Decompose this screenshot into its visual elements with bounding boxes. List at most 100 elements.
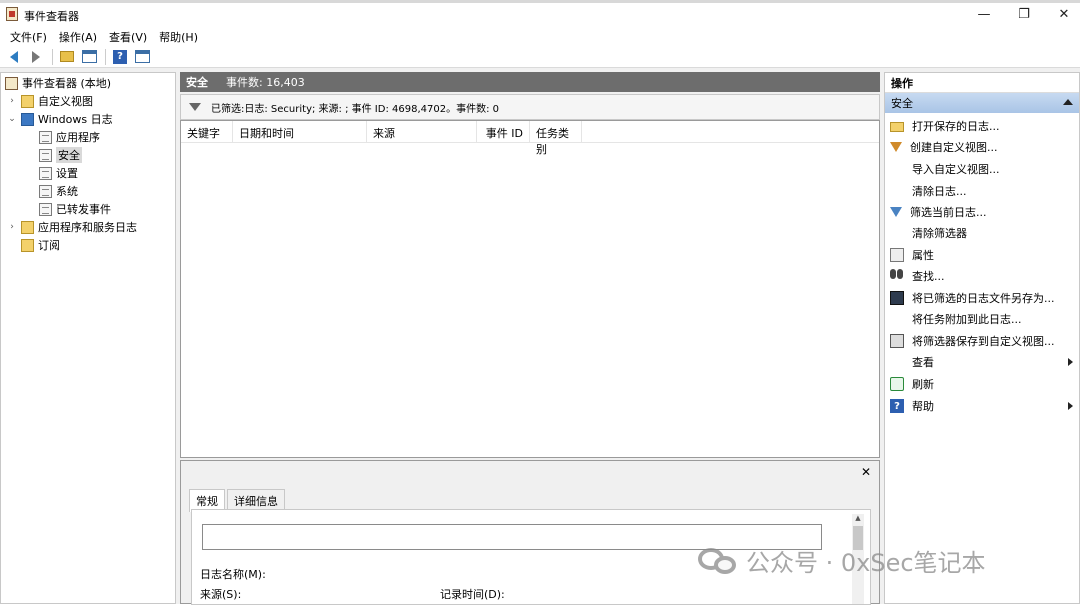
tree-item-windows-logs[interactable]: ⌄ Windows 日志 bbox=[7, 110, 113, 128]
action-clear-log[interactable]: 清除日志... bbox=[885, 181, 1079, 201]
action-find[interactable]: 查找... bbox=[885, 266, 1079, 286]
tree-item-label: Windows 日志 bbox=[38, 113, 113, 126]
menu-file[interactable]: 文件(F) bbox=[4, 26, 53, 46]
show-hide-console-tree-button[interactable] bbox=[79, 48, 99, 66]
action-open-saved-log[interactable]: 打开保存的日志... bbox=[885, 116, 1079, 136]
save-filter-icon bbox=[890, 334, 904, 348]
action-create-custom-view[interactable]: 创建自定义视图... bbox=[885, 137, 1079, 157]
tree-item-root[interactable]: 事件查看器 (本地) bbox=[5, 74, 111, 92]
log-icon bbox=[39, 184, 52, 198]
tree-item-label: 订阅 bbox=[38, 239, 60, 252]
chevron-right-icon[interactable]: › bbox=[7, 222, 17, 232]
minimize-button[interactable]: — bbox=[962, 3, 1006, 25]
console-tree-icon bbox=[81, 50, 97, 63]
action-save-filter-to-custom-view[interactable]: 将筛选器保存到自定义视图... bbox=[885, 331, 1079, 351]
action-label: 刷新 bbox=[912, 378, 934, 391]
column-header-source[interactable]: 来源 bbox=[367, 121, 477, 143]
event-detail-pane: ✕ 常规 详细信息 ▲ 日志名称(M): 来源(S): 记录时间(D): bbox=[180, 460, 880, 605]
tree-item-forwarded-events[interactable]: 已转发事件 bbox=[39, 200, 111, 218]
log-name: 安全 bbox=[186, 76, 208, 89]
tree-item-setup[interactable]: 设置 bbox=[39, 164, 78, 182]
refresh-icon bbox=[890, 377, 904, 391]
log-icon bbox=[39, 202, 52, 216]
column-header-keywords[interactable]: 关键字 bbox=[181, 121, 233, 143]
action-label: 筛选当前日志... bbox=[910, 206, 987, 219]
action-label: 属性 bbox=[912, 249, 934, 262]
tree-item-label: 应用程序和服务日志 bbox=[38, 221, 137, 234]
up-one-level-button[interactable] bbox=[57, 48, 77, 66]
action-label: 查看 bbox=[912, 356, 934, 369]
action-label: 将已筛选的日志文件另存为... bbox=[912, 292, 1055, 305]
menu-action[interactable]: 操作(A) bbox=[53, 26, 103, 46]
actions-section-security[interactable]: 安全 bbox=[885, 93, 1079, 113]
watermark-text: 公众号 · 0xSec笔记本 bbox=[746, 549, 986, 577]
action-label: 创建自定义视图... bbox=[910, 141, 998, 154]
action-view[interactable]: 查看 bbox=[885, 352, 1079, 372]
window-title: 事件查看器 bbox=[24, 10, 79, 23]
folder-icon bbox=[21, 220, 34, 234]
view-icon bbox=[890, 355, 904, 369]
action-help[interactable]: ? 帮助 bbox=[885, 396, 1079, 416]
menu-bar: 文件(F) 操作(A) 查看(V) 帮助(H) bbox=[0, 26, 1080, 46]
action-save-filtered-log[interactable]: 将已筛选的日志文件另存为... bbox=[885, 288, 1079, 308]
help-button[interactable]: ? bbox=[110, 48, 130, 66]
maximize-button[interactable]: ❐ bbox=[1002, 3, 1046, 25]
filter-description: 已筛选:日志: Security; 来源: ; 事件 ID: 4698,4702… bbox=[211, 103, 499, 115]
close-button[interactable]: ✕ bbox=[1042, 3, 1080, 25]
log-icon bbox=[39, 130, 52, 144]
toolbar-separator bbox=[52, 48, 53, 65]
tree-item-label: 应用程序 bbox=[56, 131, 100, 144]
properties-icon bbox=[890, 248, 904, 262]
import-icon bbox=[890, 162, 904, 176]
action-attach-task[interactable]: 将任务附加到此日志... bbox=[885, 309, 1079, 329]
log-icon bbox=[39, 166, 52, 180]
collapse-caret-icon[interactable] bbox=[1063, 99, 1073, 105]
tree-item-system[interactable]: 系统 bbox=[39, 182, 78, 200]
show-hide-action-pane-button[interactable] bbox=[132, 48, 152, 66]
filter-icon bbox=[890, 207, 902, 217]
action-label: 清除日志... bbox=[912, 185, 967, 198]
toolbar-separator bbox=[105, 48, 106, 65]
tree-item-custom-views[interactable]: › 自定义视图 bbox=[7, 92, 93, 110]
help-icon: ? bbox=[113, 49, 127, 64]
submenu-arrow-icon bbox=[1068, 358, 1073, 366]
tree-item-subscriptions[interactable]: 订阅 bbox=[21, 236, 60, 254]
action-label: 帮助 bbox=[912, 400, 934, 413]
event-list[interactable]: 关键字 日期和时间 来源 事件 ID 任务类别 bbox=[180, 120, 880, 458]
action-refresh[interactable]: 刷新 bbox=[885, 374, 1079, 394]
event-list-header: 关键字 日期和时间 来源 事件 ID 任务类别 bbox=[181, 121, 879, 156]
event-viewer-app-icon bbox=[6, 7, 18, 21]
menu-help[interactable]: 帮助(H) bbox=[153, 26, 204, 46]
clear-log-icon bbox=[890, 184, 904, 198]
event-count: 事件数: 16,403 bbox=[226, 76, 305, 89]
menu-view[interactable]: 查看(V) bbox=[103, 26, 153, 46]
help-icon: ? bbox=[890, 399, 904, 413]
action-label: 导入自定义视图... bbox=[912, 163, 1000, 176]
column-header-date-time[interactable]: 日期和时间 bbox=[233, 121, 367, 143]
action-import-custom-view[interactable]: 导入自定义视图... bbox=[885, 159, 1079, 179]
action-label: 清除筛选器 bbox=[912, 227, 967, 240]
open-folder-icon bbox=[890, 122, 904, 132]
action-properties[interactable]: 属性 bbox=[885, 245, 1079, 265]
chevron-down-icon[interactable]: ⌄ bbox=[7, 114, 17, 124]
action-clear-filter[interactable]: 清除筛选器 bbox=[885, 223, 1079, 243]
action-filter-current-log[interactable]: 筛选当前日志... bbox=[885, 202, 1079, 222]
log-icon bbox=[39, 148, 52, 162]
action-label: 将筛选器保存到自定义视图... bbox=[912, 335, 1055, 348]
column-header-event-id[interactable]: 事件 ID bbox=[477, 121, 530, 143]
back-button[interactable] bbox=[4, 48, 24, 66]
scroll-up-icon[interactable]: ▲ bbox=[852, 514, 864, 524]
close-detail-button[interactable]: ✕ bbox=[861, 465, 871, 479]
forward-button[interactable] bbox=[26, 48, 46, 66]
chevron-right-icon[interactable]: › bbox=[7, 96, 17, 106]
tree-item-application[interactable]: 应用程序 bbox=[39, 128, 100, 146]
column-header-task-category[interactable]: 任务类别 bbox=[530, 121, 582, 156]
tree-item-security[interactable]: 安全 bbox=[39, 146, 82, 164]
actions-header: 操作 bbox=[885, 73, 1079, 93]
tree-item-app-services-logs[interactable]: › 应用程序和服务日志 bbox=[7, 218, 137, 236]
tree-item-label: 安全 bbox=[56, 147, 82, 163]
attach-task-icon bbox=[890, 312, 904, 326]
wechat-logo-icon bbox=[698, 546, 738, 576]
source-label: 来源(S): bbox=[200, 588, 242, 601]
event-viewer-window: 事件查看器 — ❐ ✕ 文件(F) 操作(A) 查看(V) 帮助(H) ? 事件… bbox=[0, 0, 1080, 605]
